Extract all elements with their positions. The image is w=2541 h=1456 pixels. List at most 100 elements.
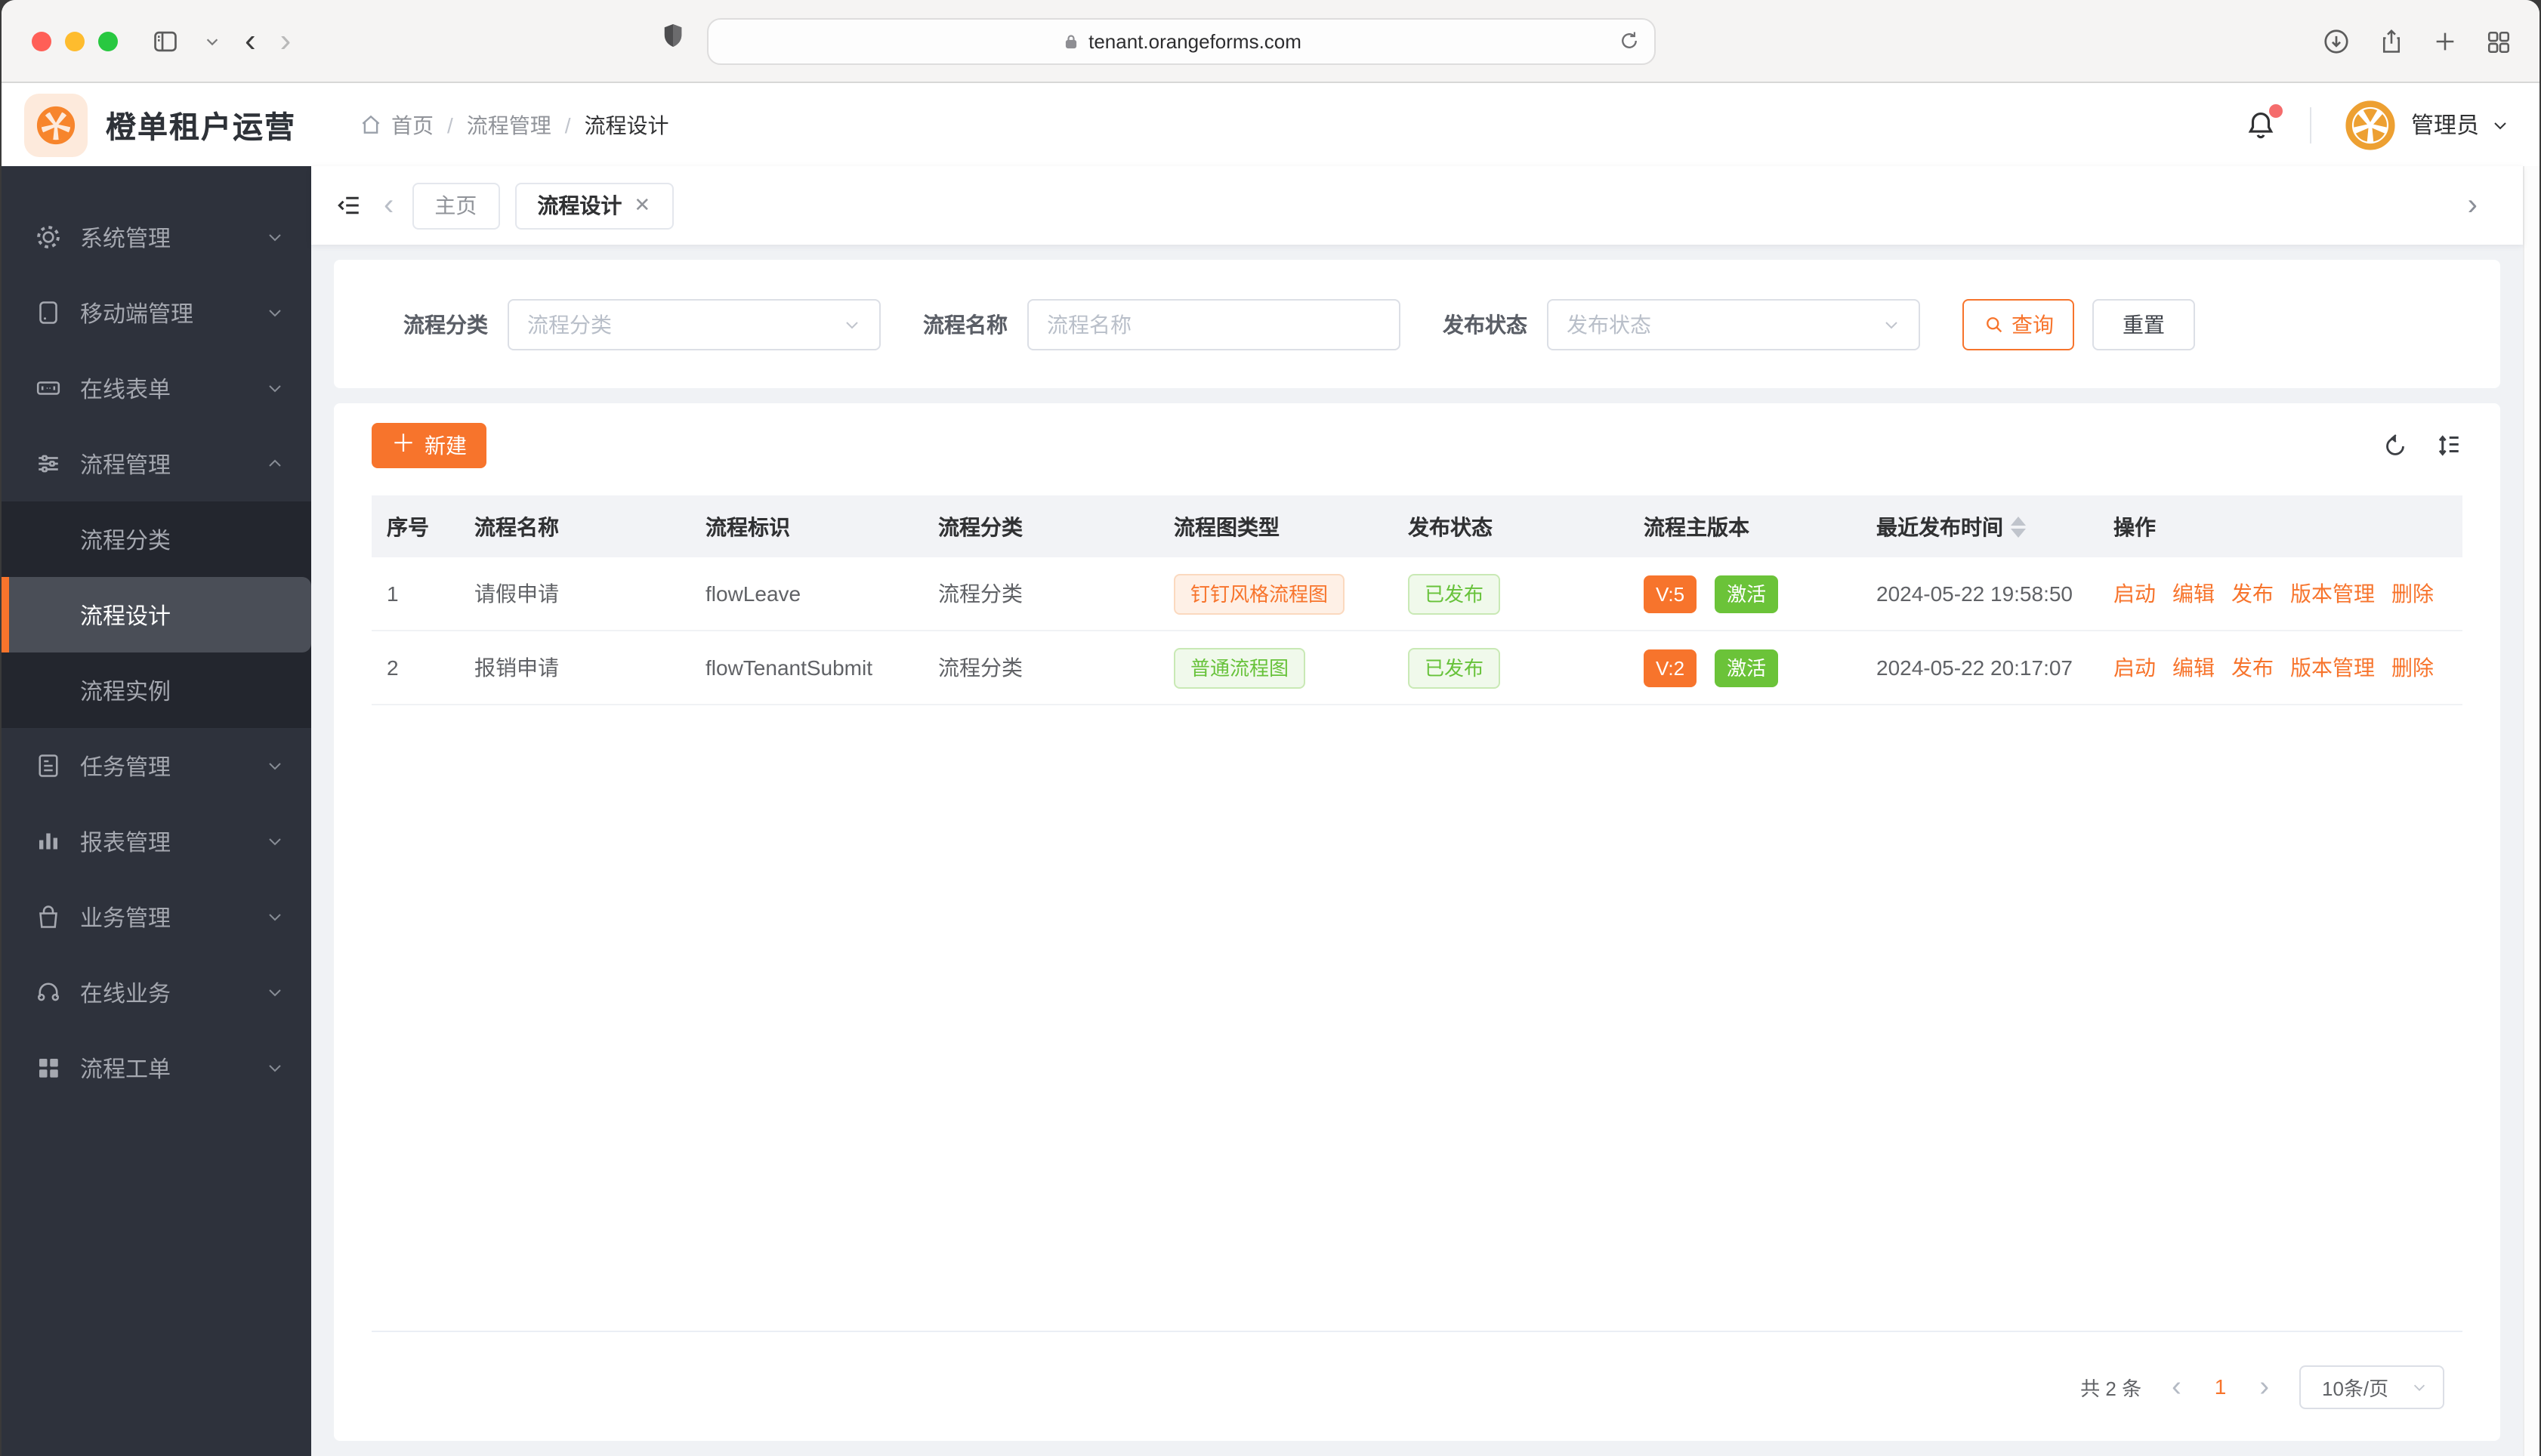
filter-status-label: 发布状态 xyxy=(1443,312,1527,336)
sidebar: 系统管理 移动端管理 在线表单 流程管理 流程分类 流程设计 流程实例 任务管理… xyxy=(2,166,311,1456)
sidebar-item-flow-workorder[interactable]: 流程工单 xyxy=(2,1030,311,1106)
sidebar-item-online-forms[interactable]: 在线表单 xyxy=(2,350,311,426)
chevron-down-icon xyxy=(266,1059,284,1077)
browser-chrome: ‹ › tenant.orangeforms.com xyxy=(2,0,2539,83)
sidebar-item-flow-category[interactable]: 流程分类 xyxy=(2,501,311,577)
page-number[interactable]: 1 xyxy=(2212,1374,2230,1399)
pagination: 共 2 条 ‹ 1 › 10条/页 xyxy=(372,1332,2462,1441)
publish-link[interactable]: 发布 xyxy=(2231,578,2274,609)
active-tag: 激活 xyxy=(1715,575,1779,612)
delete-link[interactable]: 删除 xyxy=(2391,578,2434,609)
sidebar-item-business-management[interactable]: 业务管理 xyxy=(2,879,311,955)
chevron-down-icon xyxy=(843,315,861,333)
lock-icon xyxy=(1061,32,1079,51)
table-row: 1 请假申请 flowLeave 流程分类 钉钉风格流程图 已发布 V:5 激活… xyxy=(372,557,2462,631)
tabs-scroll-right-icon[interactable]: › xyxy=(2468,190,2478,221)
flow-management-submenu: 流程分类 流程设计 流程实例 xyxy=(2,501,311,728)
new-tab-icon[interactable] xyxy=(2432,29,2458,54)
start-link[interactable]: 启动 xyxy=(2113,578,2156,609)
share-icon[interactable] xyxy=(2378,27,2405,56)
sidebar-item-flow-design[interactable]: 流程设计 xyxy=(2,577,311,652)
reload-icon[interactable] xyxy=(1618,29,1641,53)
user-avatar[interactable] xyxy=(2344,99,2396,150)
page-size-select[interactable]: 10条/页 xyxy=(2299,1365,2444,1408)
graph-type-tag: 普通流程图 xyxy=(1174,647,1306,688)
maximize-window-button[interactable] xyxy=(98,31,118,51)
publish-link[interactable]: 发布 xyxy=(2231,652,2274,683)
graph-type-tag: 钉钉风格流程图 xyxy=(1174,573,1345,614)
minimize-window-button[interactable] xyxy=(65,31,85,51)
table-panel: ＋ 新建 序号 流程名称 流程标识 流程分类 流程图类型 发布状态 流程主版本 … xyxy=(334,403,2500,1441)
user-menu-chevron-icon[interactable] xyxy=(2491,116,2509,134)
table-row: 2 报销申请 flowTenantSubmit 流程分类 普通流程图 已发布 V… xyxy=(372,631,2462,705)
next-page-icon[interactable]: › xyxy=(2259,1372,2269,1401)
edit-link[interactable]: 编辑 xyxy=(2172,578,2215,609)
tab-flow-design[interactable]: 流程设计 ✕ xyxy=(514,182,674,229)
close-window-button[interactable] xyxy=(32,31,51,51)
sidebar-item-system-management[interactable]: 系统管理 xyxy=(2,199,311,275)
forward-button[interactable]: › xyxy=(280,23,292,57)
sidebar-item-online-business[interactable]: 在线业务 xyxy=(2,955,311,1030)
breadcrumb-flow-management[interactable]: 流程管理 xyxy=(467,110,551,140)
filter-category-select[interactable]: 流程分类 xyxy=(508,298,881,350)
tab-home[interactable]: 主页 xyxy=(412,182,500,229)
chevron-down-icon xyxy=(1882,315,1900,333)
chevron-down-icon xyxy=(266,757,284,775)
sidebar-item-task-management[interactable]: 任务管理 xyxy=(2,728,311,804)
col-flow-key: 流程标识 xyxy=(705,514,790,538)
bag-icon xyxy=(35,903,62,930)
search-icon xyxy=(1983,313,2004,335)
address-bar[interactable]: tenant.orangeforms.com xyxy=(707,18,1656,65)
close-tab-icon[interactable]: ✕ xyxy=(634,193,650,217)
notification-bell-icon[interactable] xyxy=(2245,103,2283,141)
col-category: 流程分类 xyxy=(938,514,1023,538)
tab-overview-icon[interactable] xyxy=(2485,28,2512,55)
sidebar-item-flow-management[interactable]: 流程管理 xyxy=(2,426,311,501)
edit-link[interactable]: 编辑 xyxy=(2172,652,2215,683)
version-manage-link[interactable]: 版本管理 xyxy=(2290,652,2375,683)
table-header-row: 序号 流程名称 流程标识 流程分类 流程图类型 发布状态 流程主版本 最近发布时… xyxy=(372,495,2462,557)
row-density-icon[interactable] xyxy=(2435,432,2462,459)
col-actions: 操作 xyxy=(2113,514,2156,538)
col-published-at[interactable]: 最近发布时间 xyxy=(1861,511,2098,541)
prev-page-icon[interactable]: ‹ xyxy=(2172,1372,2181,1401)
chevron-down-icon xyxy=(266,832,284,850)
cell-flow-key: flowTenantSubmit xyxy=(705,656,873,680)
refresh-icon[interactable] xyxy=(2382,433,2408,458)
filter-status-select[interactable]: 发布状态 xyxy=(1547,298,1920,350)
reset-button[interactable]: 重置 xyxy=(2092,298,2195,350)
menu-fold-icon[interactable] xyxy=(335,192,363,219)
start-link[interactable]: 启动 xyxy=(2113,652,2156,683)
table-toolbar: ＋ 新建 xyxy=(372,423,2462,468)
plus-icon: ＋ xyxy=(391,431,415,457)
sort-carets-icon[interactable] xyxy=(2011,516,2026,537)
cell-published-at: 2024-05-22 19:58:50 xyxy=(1876,581,2073,606)
col-index: 序号 xyxy=(387,514,429,538)
sidebar-item-mobile-management[interactable]: 移动端管理 xyxy=(2,275,311,350)
downloads-icon[interactable] xyxy=(2322,27,2351,56)
page-scrollbar[interactable] xyxy=(2523,166,2539,1456)
chevron-down-icon xyxy=(266,228,284,246)
sidebar-item-report-management[interactable]: 报表管理 xyxy=(2,804,311,879)
tabs-scroll-left-icon[interactable]: ‹ xyxy=(384,190,394,221)
browser-sidebar-toggle-icon[interactable] xyxy=(151,26,180,55)
back-button[interactable]: ‹ xyxy=(245,23,256,57)
delete-link[interactable]: 删除 xyxy=(2391,652,2434,683)
user-name[interactable]: 管理员 xyxy=(2411,109,2479,140)
sidebar-dropdown-chevron-icon[interactable] xyxy=(204,32,221,49)
filter-name-input-wrap xyxy=(1027,298,1400,350)
breadcrumb-home[interactable]: 首页 xyxy=(360,110,434,140)
privacy-shield-icon[interactable] xyxy=(662,23,684,48)
sidebar-item-flow-instance[interactable]: 流程实例 xyxy=(2,652,311,728)
query-button[interactable]: 查询 xyxy=(1962,298,2074,350)
cell-published-at: 2024-05-22 20:17:07 xyxy=(1876,656,2073,680)
version-manage-link[interactable]: 版本管理 xyxy=(2290,578,2375,609)
filter-name-input[interactable] xyxy=(1047,312,1381,336)
mobile-icon xyxy=(35,299,62,326)
traffic-lights xyxy=(32,31,118,51)
publish-status-tag: 已发布 xyxy=(1408,573,1501,614)
cell-category: 流程分类 xyxy=(938,581,1023,606)
create-button[interactable]: ＋ 新建 xyxy=(372,423,486,468)
col-main-version: 流程主版本 xyxy=(1644,514,1749,538)
col-flow-name: 流程名称 xyxy=(474,514,559,538)
